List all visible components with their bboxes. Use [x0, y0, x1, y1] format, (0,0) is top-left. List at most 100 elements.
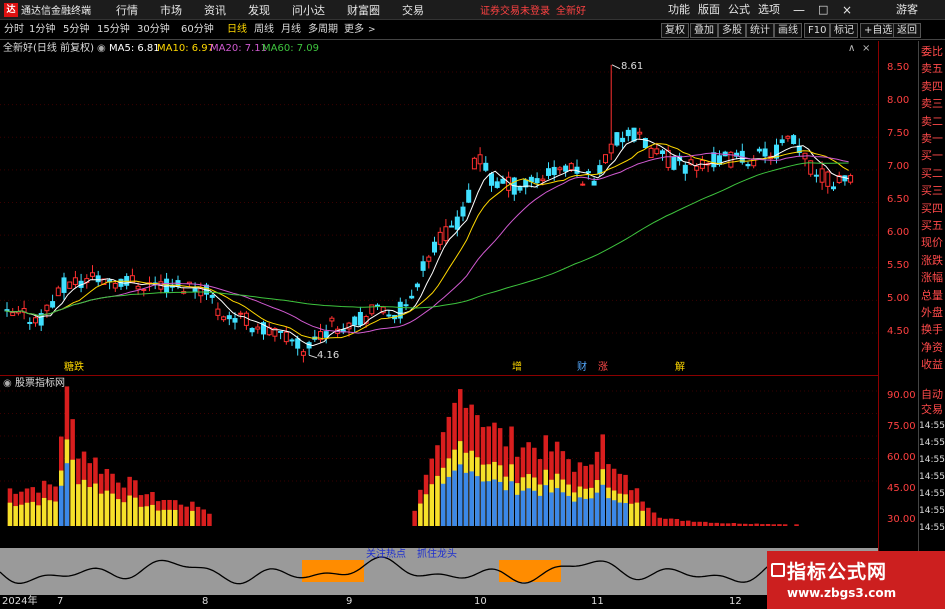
auto-button[interactable]: 自动 [921, 388, 943, 401]
indicator-bar-blue [475, 476, 480, 526]
tab-daily[interactable]: 日线 [227, 21, 247, 39]
toolbar-multi-stock[interactable]: 多股 [718, 23, 746, 38]
candlestick-chart[interactable]: 全新好(日线 前复权) ◉ MA5: 6.81 MA10: 6.97 MA20:… [0, 41, 878, 375]
indicator-bar-blue [577, 497, 583, 526]
menu-layout[interactable]: 版面 [698, 0, 720, 20]
candle-body [238, 312, 244, 315]
tab-weekly[interactable]: 周线 [254, 21, 274, 39]
high-price-label: 8.61 [621, 61, 644, 72]
oscillator-panel[interactable]: 关注热点 抓住龙头 [0, 548, 878, 595]
tab-5min[interactable]: 5分钟 [63, 21, 89, 39]
indicator-bar-yellow [640, 510, 645, 526]
event-tag[interactable]: 糖跌 [64, 362, 84, 374]
close-panel-icon[interactable]: × [862, 43, 870, 55]
candle-body [648, 147, 654, 159]
tab-60min[interactable]: 60分钟 [181, 21, 214, 39]
candle-body [192, 288, 198, 293]
tab-more[interactable]: 更多 [344, 21, 364, 39]
trade-time: 14:55 [919, 506, 945, 516]
tab-multi-period[interactable]: 多周期 [308, 21, 338, 39]
menu-options[interactable]: 选项 [758, 0, 780, 20]
menu-market[interactable]: 市场 [149, 2, 193, 18]
toolbar-mark[interactable]: 标记 [830, 23, 858, 38]
event-tag[interactable]: 增 [512, 362, 522, 374]
menu-quotes[interactable]: 行情 [105, 2, 149, 18]
candle-body [500, 178, 506, 184]
indicator-bar-yellow [19, 504, 24, 526]
candle-body [141, 288, 147, 291]
candle-body [215, 308, 221, 316]
candle-body [67, 281, 73, 289]
minimize-icon[interactable]: — [793, 0, 805, 20]
event-tag[interactable]: 涨 [598, 362, 608, 374]
candle-body [454, 216, 460, 230]
price-tick: 6.00 [887, 227, 910, 238]
candle-body [10, 312, 16, 317]
toolbar-adjust[interactable]: 复权 [661, 23, 689, 38]
maximize-icon[interactable]: □ [818, 0, 828, 20]
toolbar-draw[interactable]: 画线 [774, 23, 802, 38]
indicator-bar-blue [549, 492, 554, 526]
candle-body [278, 330, 284, 333]
indicator-bar-blue [543, 485, 548, 526]
menu-discover[interactable]: 发现 [237, 2, 281, 18]
tab-30min[interactable]: 30分钟 [137, 21, 170, 39]
toolbar-f10[interactable]: F10 [804, 23, 831, 38]
tab-intraday[interactable]: 分时 [4, 21, 24, 39]
toolbar-add-watchlist[interactable]: +自选 [860, 23, 897, 38]
menu-trade[interactable]: 交易 [391, 2, 435, 18]
guest-label[interactable]: 游客 [896, 0, 918, 20]
tab-monthly[interactable]: 月线 [281, 21, 301, 39]
indicator-bar-blue [492, 479, 497, 526]
tab-15min[interactable]: 15分钟 [97, 21, 130, 39]
indicator-bar-blue [463, 472, 469, 526]
trade-time: 14:55 [919, 523, 945, 533]
price-tick: 5.50 [887, 260, 910, 271]
event-tag[interactable]: 解 [675, 362, 685, 374]
candle-body [375, 304, 380, 307]
candle-body [352, 316, 358, 326]
menu-news[interactable]: 资讯 [193, 2, 237, 18]
toolbar-stats[interactable]: 统计 [746, 23, 774, 38]
menu-wealth[interactable]: 财富圈 [336, 2, 391, 18]
indicator-bar-yellow [133, 497, 138, 526]
toolbar-back[interactable]: 返回 [893, 23, 921, 38]
candle-body [603, 154, 608, 164]
candle-body [637, 131, 643, 135]
menu-formula[interactable]: 公式 [728, 0, 750, 20]
indicator-bar-blue [583, 498, 588, 526]
tab-1min[interactable]: 1分钟 [29, 21, 55, 39]
candle-body [517, 186, 523, 191]
indicator-bar-yellow [104, 490, 110, 526]
osc-label-hot: 关注热点 [366, 549, 406, 560]
gear-icon[interactable]: ◉ [97, 43, 106, 55]
collapse-icon[interactable]: ∧ [848, 43, 855, 55]
candle-body [540, 178, 546, 182]
candle-body [785, 135, 791, 139]
candle-body [112, 282, 118, 289]
login-notice[interactable]: 证券交易未登录 [480, 2, 550, 17]
indicator-panel[interactable]: ◉ 股票指标网 [0, 375, 878, 548]
app-name: 通达信金融终端 [21, 6, 91, 17]
ma5-line [4, 138, 849, 347]
chevron-right-icon[interactable]: > [368, 21, 376, 39]
event-tag[interactable]: 财 [577, 362, 587, 374]
quote-field-label: 委比 [921, 45, 943, 58]
date-month: 10 [474, 596, 487, 607]
indicator-bar-yellow [36, 505, 41, 526]
close-icon[interactable]: × [842, 0, 852, 20]
menu-function[interactable]: 功能 [668, 0, 690, 20]
trade-button[interactable]: 交易 [921, 403, 943, 416]
candle-body [329, 317, 335, 322]
candle-body [660, 150, 665, 155]
indicator-tick: 60.00 [887, 452, 916, 463]
toolbar-overlay[interactable]: 叠加 [690, 23, 718, 38]
candle-body [232, 318, 238, 323]
indicator-settings-icon[interactable]: ◉ [3, 378, 12, 390]
date-month: 11 [591, 596, 604, 607]
candle-body [694, 165, 700, 171]
menu-ask[interactable]: 问小达 [281, 2, 336, 18]
indicator-bar-blue [480, 481, 486, 526]
indicator-bar-blue [458, 464, 463, 526]
title-bar: 达 通达信金融终端 行情 市场 资讯 发现 问小达 财富圈 交易 证券交易未登录… [0, 0, 945, 20]
